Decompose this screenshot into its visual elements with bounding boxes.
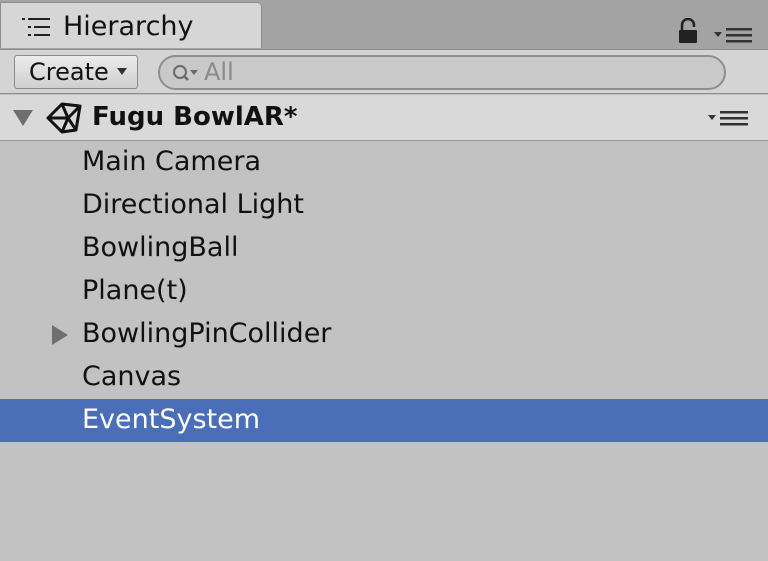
hierarchy-toolbar: Create All [0,49,768,94]
search-icon [173,65,198,81]
scene-header[interactable]: Fugu BowlAR* [0,95,768,141]
hierarchy-item-bowling-ball[interactable]: BowlingBall [0,227,768,270]
scene-title: Fugu BowlAR* [92,102,298,132]
panel-menu-icon[interactable] [712,24,754,46]
unity-logo-icon [46,102,82,134]
hierarchy-item-canvas[interactable]: Canvas [0,356,768,399]
hierarchy-item-bowling-pin-collider[interactable]: BowlingPinCollider [0,313,768,356]
hierarchy-item-label: Canvas [82,361,182,392]
hierarchy-item-label: BowlingPinCollider [82,318,332,349]
hierarchy-item-label: EventSystem [82,404,261,435]
hierarchy-window: Hierarchy Create All Fugu BowlAR* Main C… [0,0,768,561]
create-dropdown-button[interactable]: Create [14,55,138,89]
dropdown-caret-icon [117,68,127,75]
hierarchy-item-directional-light[interactable]: Directional Light [0,184,768,227]
hierarchy-list-icon [22,18,50,36]
expand-triangle-icon[interactable] [12,108,34,128]
search-placeholder: All [204,58,234,86]
scene-menu-icon[interactable] [706,107,750,129]
create-label: Create [29,58,109,86]
tab-title: Hierarchy [63,11,194,42]
hierarchy-item-label: Directional Light [82,189,304,220]
tab-hierarchy[interactable]: Hierarchy [0,2,262,48]
hierarchy-item-plane[interactable]: Plane(t) [0,270,768,313]
search-input[interactable]: All [158,55,726,90]
hierarchy-empty-area[interactable] [0,442,768,561]
tab-strip: Hierarchy [0,0,768,49]
hierarchy-item-event-system[interactable]: EventSystem [0,399,768,442]
collapsed-triangle-icon[interactable] [50,324,70,346]
lock-icon[interactable] [676,18,700,44]
hierarchy-item-label: Main Camera [82,146,261,177]
hierarchy-item-label: BowlingBall [82,232,239,263]
hierarchy-item-main-camera[interactable]: Main Camera [0,141,768,184]
hierarchy-item-label: Plane(t) [82,275,188,306]
hierarchy-list: Main Camera Directional Light BowlingBal… [0,141,768,442]
